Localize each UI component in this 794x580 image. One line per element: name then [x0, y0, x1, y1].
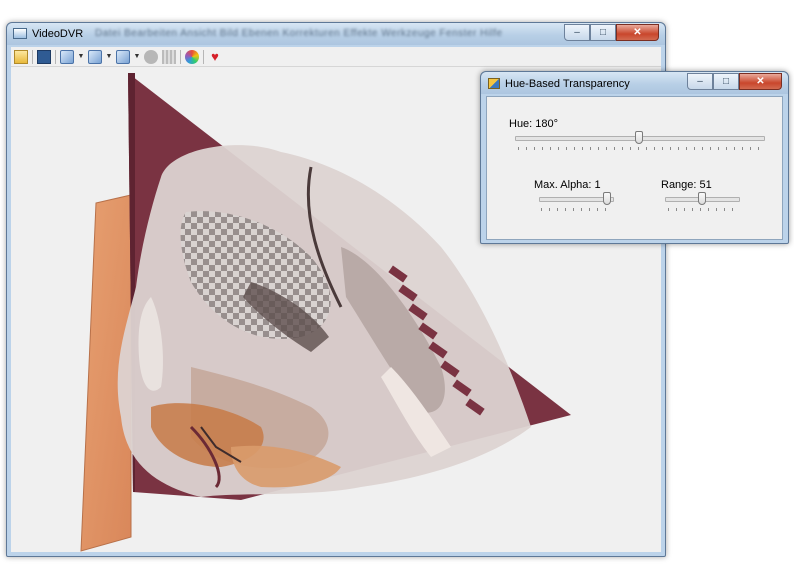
- toolbar-separator: [55, 49, 56, 64]
- window-controls: – □ ✕: [564, 24, 659, 41]
- grid-icon[interactable]: [162, 49, 176, 64]
- color-palette-icon[interactable]: [185, 49, 199, 64]
- chevron-down-icon[interactable]: ▼: [134, 50, 141, 64]
- max-alpha-label: Max. Alpha: 1: [534, 179, 601, 191]
- chevron-down-icon[interactable]: ▼: [78, 50, 85, 64]
- hue-transparency-dialog: Hue-Based Transparency – □ ✕ Hue: 180° M…: [480, 71, 789, 244]
- range-label: Range: 51: [661, 179, 712, 191]
- dialog-minimize-button[interactable]: –: [687, 73, 713, 90]
- toolbar-separator: [180, 49, 181, 64]
- open-icon[interactable]: [14, 49, 28, 64]
- dialog-maximize-button[interactable]: □: [713, 73, 739, 90]
- dialog-app-icon: [488, 78, 500, 89]
- heart-icon[interactable]: ♥: [208, 49, 222, 64]
- dialog-close-button[interactable]: ✕: [739, 73, 782, 90]
- toolbar: ▼ ▼ ▼ ♥: [11, 47, 661, 67]
- chevron-down-icon[interactable]: ▼: [106, 50, 113, 64]
- main-titlebar[interactable]: VideoDVR Datei Bearbeiten Ansicht Bild E…: [7, 23, 665, 45]
- close-button[interactable]: ✕: [616, 24, 659, 41]
- range-slider-thumb[interactable]: [697, 192, 706, 205]
- hue-slider-thumb[interactable]: [635, 131, 643, 144]
- minimize-button[interactable]: –: [564, 24, 590, 41]
- video-texture-cloud: [117, 145, 531, 498]
- hue-slider-ticks: [518, 147, 764, 150]
- cube-zoom-icon[interactable]: [116, 49, 130, 64]
- dialog-window-controls: – □ ✕: [687, 73, 782, 90]
- cube-rotate-icon[interactable]: [88, 49, 102, 64]
- toolbar-separator: [203, 49, 204, 64]
- film-icon[interactable]: [37, 49, 51, 64]
- max-alpha-slider-thumb[interactable]: [603, 192, 611, 205]
- menu-bar-blurred: Datei Bearbeiten Ansicht Bild Ebenen Kor…: [95, 28, 503, 39]
- dialog-title: Hue-Based Transparency: [505, 78, 630, 90]
- dialog-titlebar[interactable]: Hue-Based Transparency – □ ✕: [481, 72, 788, 94]
- max-alpha-slider-ticks: [541, 208, 613, 211]
- app-icon: [13, 28, 27, 39]
- toolbar-separator: [32, 49, 33, 64]
- range-slider-ticks: [668, 208, 740, 211]
- dialog-body: Hue: 180° Max. Alpha: 1 Range: 51: [486, 96, 783, 240]
- window-title: VideoDVR: [32, 28, 84, 40]
- gray-circle-icon[interactable]: [144, 49, 158, 64]
- hue-label: Hue: 180°: [509, 118, 559, 130]
- cube-view-icon[interactable]: [60, 49, 74, 64]
- maximize-button[interactable]: □: [590, 24, 616, 41]
